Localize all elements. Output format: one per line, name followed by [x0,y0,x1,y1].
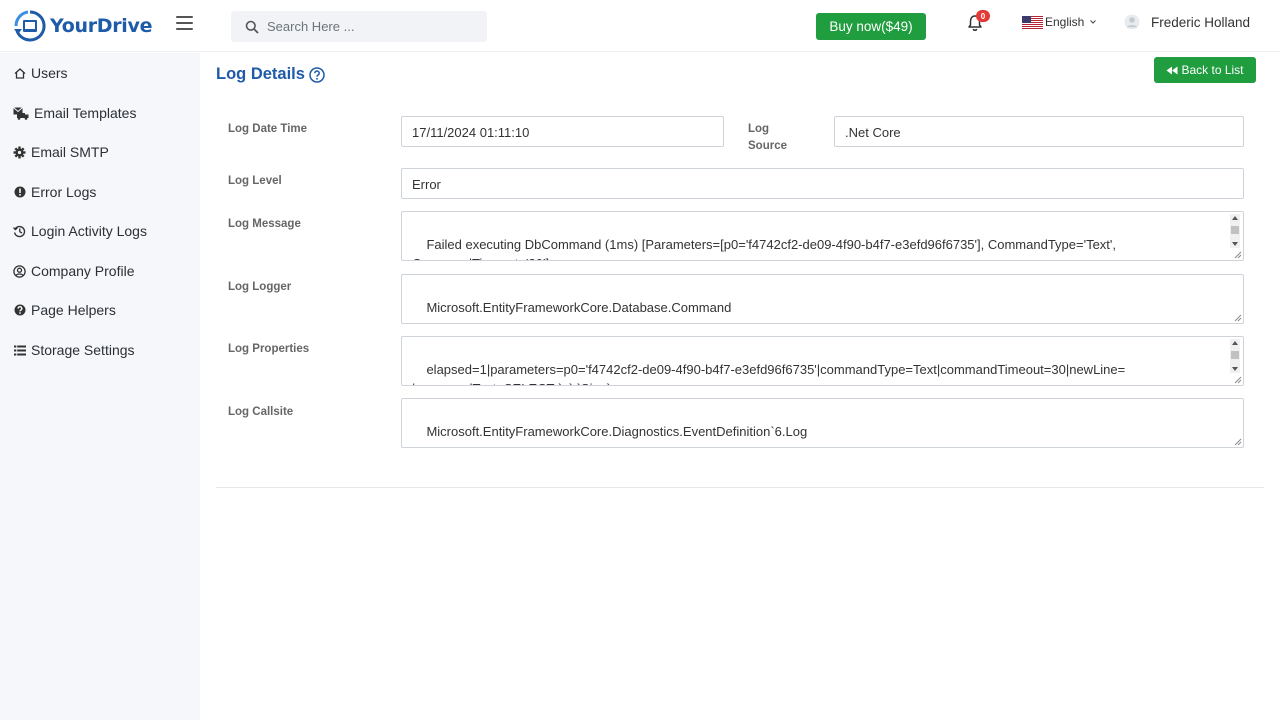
log-level-field[interactable]: Error [401,168,1244,199]
language-label: English [1045,15,1085,29]
chevron-down-icon [1090,20,1097,24]
sidebar-item-label: Storage Settings [31,342,135,358]
us-flag-icon [1022,15,1043,29]
sidebar-item-page-helpers[interactable]: Page Helpers [13,300,116,320]
log-properties-text: elapsed=1|parameters=p0='f4742cf2-de09-4… [412,362,1126,385]
sidebar-item-company-profile[interactable]: Company Profile [13,261,135,281]
avatar-icon [1124,14,1140,30]
exclamation-circle-icon [13,186,26,199]
log-date-time-label: Log Date Time [228,123,308,135]
sidebar-item-error-logs[interactable]: Error Logs [13,182,96,202]
log-logger-text: Microsoft.EntityFrameworkCore.Database.C… [426,300,732,315]
scrollbar[interactable] [1230,339,1240,373]
logo-text: YourDrive [50,15,153,37]
notification-badge: 0 [976,10,990,22]
backward-icon [1166,66,1178,74]
list-icon [13,344,26,357]
home-icon [13,67,26,80]
history-icon [13,225,26,238]
logo-mark-icon [14,10,46,42]
main-content: Log Details Back to List Log Date Time 1… [200,53,1280,720]
log-message-textarea[interactable]: Failed executing DbCommand (1ms) [Parame… [401,211,1244,261]
gear-icon [13,146,26,159]
sidebar-item-label: Company Profile [31,263,135,279]
menu-toggle-icon[interactable] [176,16,193,30]
language-selector[interactable]: English [1022,14,1097,30]
sidebar-item-label: Users [31,65,68,81]
page-title-text: Log Details [216,65,305,83]
sidebar-item-email-templates[interactable]: Email Templates [13,103,136,123]
sidebar-item-label: Login Activity Logs [31,223,147,239]
search-input[interactable] [267,19,467,34]
search-icon [245,20,259,33]
back-to-list-button[interactable]: Back to List [1154,57,1256,83]
sidebar-item-label: Email SMTP [31,144,109,160]
sidebar-item-users[interactable]: Users [13,63,68,83]
resize-handle-icon[interactable] [1234,251,1242,259]
user-name: Frederic Holland [1151,14,1251,30]
resize-handle-icon[interactable] [1234,376,1242,384]
buy-now-button[interactable]: Buy now($49) [816,13,926,40]
log-source-field[interactable]: .Net Core [834,116,1244,147]
scrollbar[interactable] [1230,214,1240,248]
log-message-label: Log Message [228,218,301,230]
top-header: YourDrive Buy now($49) 0 English [0,0,1280,52]
search-bar[interactable] [231,11,487,42]
log-message-text: Failed executing DbCommand (1ms) [Parame… [412,237,1117,260]
sidebar-item-email-smtp[interactable]: Email SMTP [13,142,109,162]
envelope-truck-icon [13,106,29,120]
log-callsite-textarea[interactable]: Microsoft.EntityFrameworkCore.Diagnostic… [401,398,1244,448]
log-logger-textarea[interactable]: Microsoft.EntityFrameworkCore.Database.C… [401,274,1244,324]
divider [216,487,1264,488]
log-logger-label: Log Logger [228,281,292,293]
question-circle-icon [13,304,26,317]
resize-handle-icon[interactable] [1234,314,1242,322]
logo[interactable]: YourDrive [12,9,153,43]
log-callsite-text: Microsoft.EntityFrameworkCore.Diagnostic… [426,424,808,439]
back-to-list-label: Back to List [1181,63,1244,77]
help-icon[interactable] [309,66,325,83]
user-menu[interactable]: Frederic Holland [1124,13,1250,31]
page-title: Log Details [216,65,325,84]
log-source-label: Log Source [748,123,787,152]
sidebar-item-storage-settings[interactable]: Storage Settings [13,340,135,360]
log-callsite-label: Log Callsite [228,406,294,418]
log-properties-label: Log Properties [228,343,310,355]
log-date-time-field[interactable]: 17/11/2024 01:11:10 [401,116,724,147]
user-circle-icon [13,264,26,278]
sidebar-item-login-activity-logs[interactable]: Login Activity Logs [13,221,147,241]
sidebar-item-label: Page Helpers [31,302,116,318]
sidebar: Users Email Templates Email SMTP Error L… [0,53,200,720]
sidebar-item-label: Error Logs [31,184,97,200]
sidebar-item-label: Email Templates [34,105,137,121]
log-level-label: Log Level [228,175,282,187]
resize-handle-icon[interactable] [1234,438,1242,446]
log-properties-textarea[interactable]: elapsed=1|parameters=p0='f4742cf2-de09-4… [401,336,1244,386]
